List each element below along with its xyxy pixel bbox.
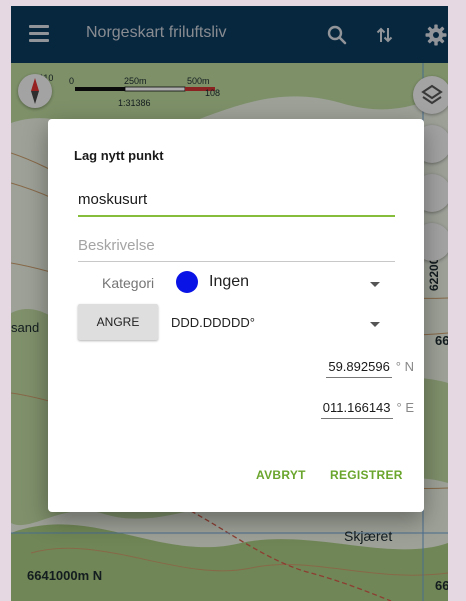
description-underline (78, 261, 395, 262)
latitude-input[interactable]: 59.892596 (326, 359, 392, 378)
longitude-input[interactable]: 011.166143 (320, 400, 393, 419)
latitude-unit: ° N (395, 359, 414, 374)
longitude-row: 011.166143 ° E (320, 400, 414, 419)
name-input[interactable] (78, 191, 395, 208)
description-input[interactable] (78, 237, 395, 254)
undo-button[interactable]: ANGRE (78, 304, 158, 340)
dialog-title: Lag nytt punkt (74, 148, 164, 163)
chevron-down-icon[interactable] (370, 322, 380, 327)
category-color-dot[interactable] (176, 271, 198, 293)
app-window: Norgeskart friluftsliv 0 250m 500m 1:313… (11, 6, 448, 601)
category-label: Kategori (102, 275, 155, 291)
name-field (78, 191, 395, 217)
register-button[interactable]: REGISTRER (330, 468, 403, 482)
coordinate-format-select[interactable]: DDD.DDDDD° (171, 315, 255, 330)
category-value[interactable]: Ingen (209, 273, 249, 291)
longitude-unit: ° E (396, 400, 414, 415)
name-underline (78, 215, 395, 217)
chevron-down-icon[interactable] (370, 282, 380, 287)
latitude-row: 59.892596 ° N (326, 359, 414, 378)
description-field (78, 237, 395, 262)
cancel-button[interactable]: AVBRYT (256, 468, 306, 482)
new-point-dialog: Lag nytt punkt Kategori Ingen ANGRE DDD.… (48, 119, 424, 512)
